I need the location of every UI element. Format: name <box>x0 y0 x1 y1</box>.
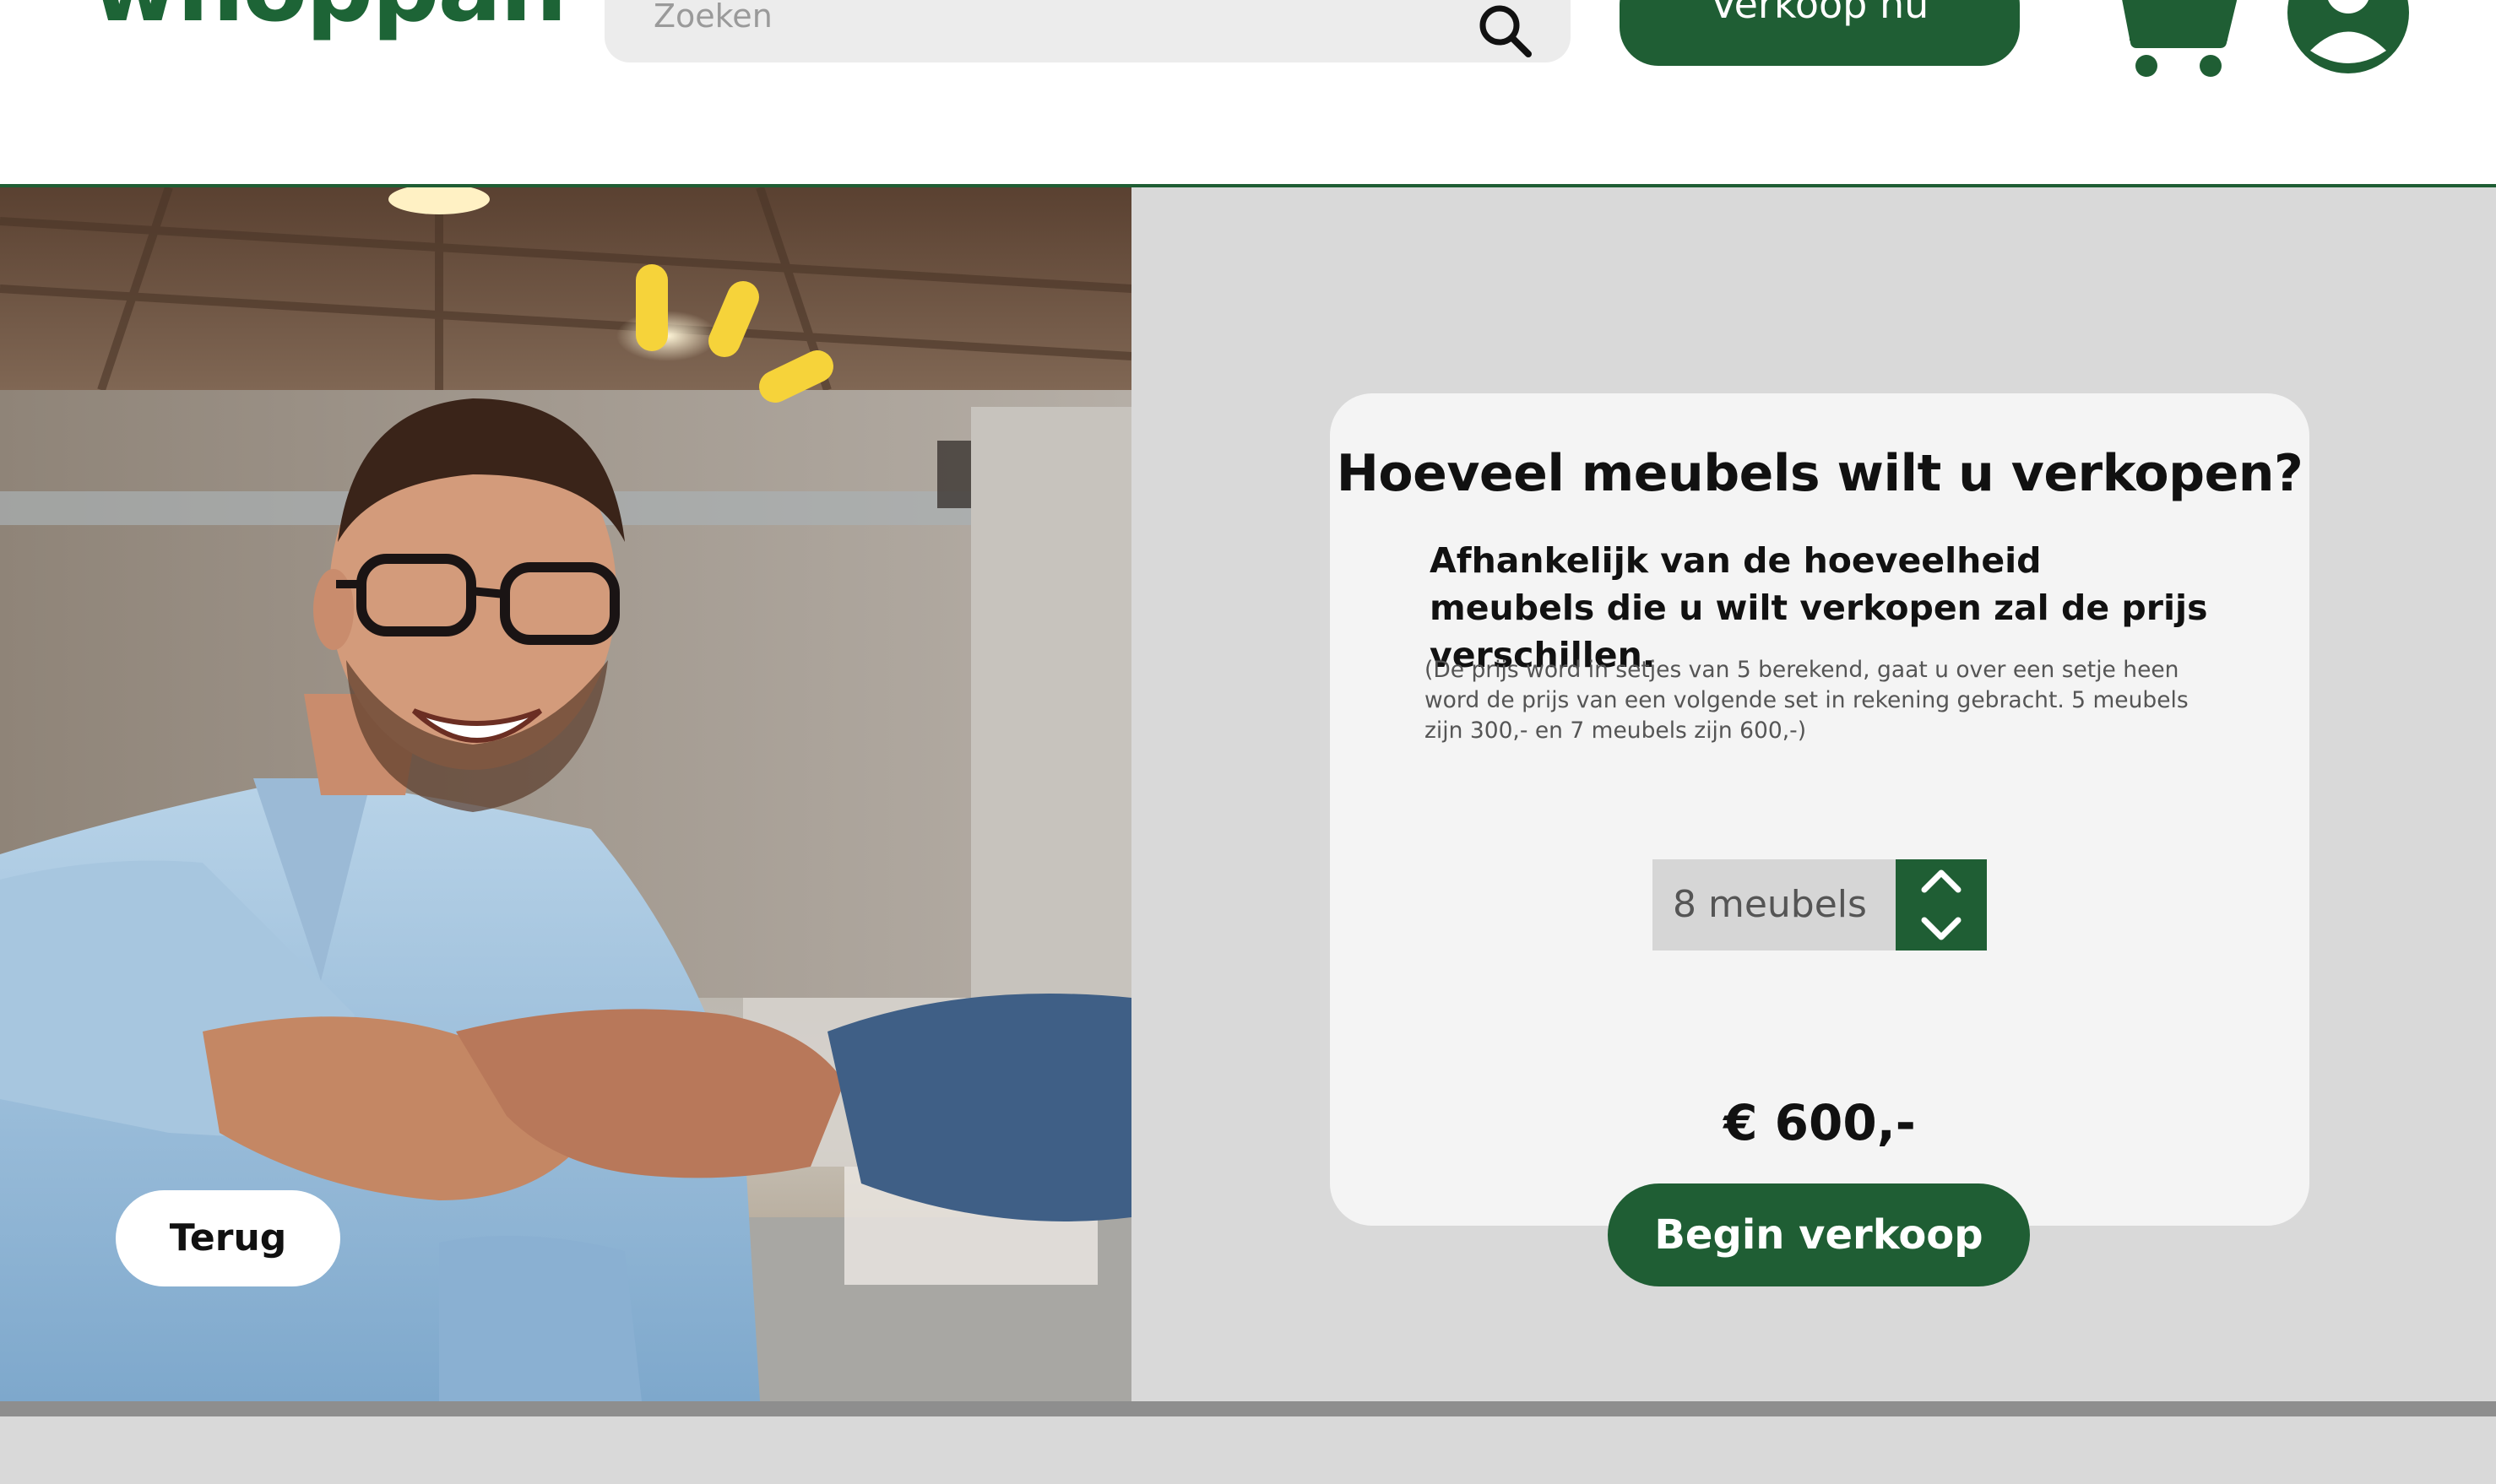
search-input[interactable] <box>654 0 1464 64</box>
account-icon[interactable] <box>2285 0 2412 76</box>
quantity-value[interactable]: 8 meubels <box>1652 859 1896 951</box>
whoppah-logo[interactable]: whoppah <box>91 0 567 35</box>
quantity-stepper[interactable]: 8 meubels <box>1652 859 1987 951</box>
sell-now-label: Verkoop nu <box>1710 0 1929 27</box>
quantity-card: Hoeveel meubels wilt u verkopen? Afhanke… <box>1330 393 2309 1226</box>
cart-icon[interactable] <box>2103 0 2238 80</box>
pricing-note: (De prijs word in setjes van 5 berekend,… <box>1424 657 2189 744</box>
footer <box>0 1416 2496 1484</box>
search-icon[interactable] <box>1474 0 1542 68</box>
card-title: Hoeveel meubels wilt u verkopen? <box>1336 444 2303 503</box>
start-sale-button[interactable]: Begin verkoop <box>1608 1183 2030 1286</box>
chevron-down-icon[interactable] <box>1896 905 1987 951</box>
search-bar <box>605 0 1571 64</box>
chevron-up-icon[interactable] <box>1896 859 1987 905</box>
footer-divider <box>0 1401 2496 1416</box>
stepper-buttons <box>1896 859 1987 951</box>
top-navigation: whoppah Verkoop nu <box>0 0 2496 187</box>
sell-now-button[interactable]: Verkoop nu <box>1620 0 2020 66</box>
price-total: € 600,- <box>1723 1094 1916 1151</box>
back-button[interactable]: Terug <box>116 1190 340 1286</box>
hero-photo: Terug <box>0 187 1131 1401</box>
